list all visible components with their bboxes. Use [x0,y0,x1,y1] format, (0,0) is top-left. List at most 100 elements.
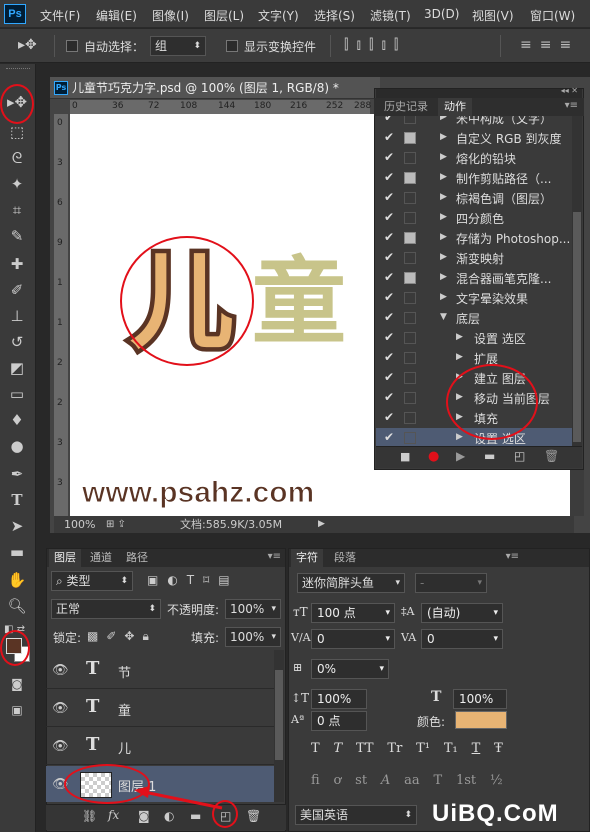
strikethrough-button[interactable]: Ŧ [494,741,503,756]
menu-image[interactable]: 图像(I) [152,7,189,24]
status-icons[interactable]: ⊞ ⇪ [106,516,126,533]
action-toggle-check-icon[interactable]: ✔ [384,230,394,244]
expand-right-icon[interactable]: ▶ [440,116,447,122]
action-row[interactable]: ✔ ▶ 熔化的铅块 [376,148,572,168]
fractions-button[interactable]: ½ [490,773,503,788]
layer-name[interactable]: 童 [118,700,131,719]
action-toggle-check-icon[interactable]: ✔ [384,170,394,184]
healing-brush-tool-icon[interactable]: ✚ [4,252,30,276]
dodge-tool-icon[interactable]: ● [4,434,30,458]
quick-mask-icon[interactable]: ◙ [4,672,30,696]
visibility-eye-icon[interactable]: 👁︎ [52,701,69,716]
dialog-toggle-icon[interactable] [404,412,416,424]
visibility-eye-icon[interactable]: 👁︎ [52,663,69,678]
filter-icons[interactable]: ▣◐T⌑▤ [147,573,239,587]
stop-icon[interactable]: ■ [400,450,410,463]
superscript-button[interactable]: T¹ [416,741,430,756]
dialog-toggle-on-icon[interactable] [404,132,416,144]
screen-mode-icon[interactable]: ▣ [4,698,30,722]
action-toggle-check-icon[interactable]: ✔ [384,430,394,444]
action-toggle-check-icon[interactable]: ✔ [384,210,394,224]
dialog-toggle-icon[interactable] [404,212,416,224]
ornaments-button[interactable]: T [433,773,442,788]
leading-input[interactable]: (自动) ▾ [421,603,503,623]
action-toggle-check-icon[interactable]: ✔ [384,390,394,404]
auto-select-dropdown[interactable]: 组 ⬍ [150,36,206,56]
font-size-input[interactable]: 100 点 ▾ [311,603,395,623]
action-toggle-check-icon[interactable]: ✔ [384,290,394,304]
action-toggle-check-icon[interactable]: ✔ [384,250,394,264]
kerning-input[interactable]: 0 ▾ [311,629,395,649]
dialog-toggle-icon[interactable] [404,312,416,324]
action-row[interactable]: ✔ ▶ 设置 选区 [376,328,572,348]
dialog-toggle-icon[interactable] [404,192,416,204]
discretionary-ligatures-button[interactable]: ơ [334,773,342,788]
layer-row[interactable]: 👁︎ T 童 [46,690,274,727]
status-menu-arrow-icon[interactable]: ▶ [318,516,325,533]
expand-right-icon[interactable]: ▶ [440,232,447,242]
menu-file[interactable]: 文件(F) [40,7,80,24]
lock-icons[interactable]: ▩✐✥🔒︎ [87,629,157,644]
tab-character[interactable]: 字符 [291,549,323,567]
layer-style-icon[interactable]: fx [108,808,119,822]
layer-filter-dropdown[interactable]: ⌕ 类型 ⬍ [51,571,133,591]
faux-italic-button[interactable]: T [334,741,343,756]
underline-button[interactable]: T [472,741,481,756]
blend-mode-dropdown[interactable]: 正常 ⬍ [51,599,161,619]
expand-right-icon[interactable]: ▶ [440,172,447,182]
expand-right-icon[interactable]: ▶ [440,252,447,262]
layer-row[interactable]: 👁︎ T 儿 [46,728,274,765]
action-row[interactable]: ✔ ▶ 米中构成（文字） [376,116,572,128]
tab-channels[interactable]: 通道 [85,549,117,567]
lasso-tool-icon[interactable]: ᘓ [4,146,30,170]
expand-right-icon[interactable]: ▶ [456,432,463,442]
tab-history[interactable]: 历史记录 [378,98,434,116]
link-layers-icon[interactable]: ⛓︎ [82,809,97,823]
action-row[interactable]: ✔ ▶ 制作剪贴路径（... [376,168,572,188]
dialog-toggle-icon[interactable] [404,352,416,364]
tab-paragraph[interactable]: 段落 [329,549,361,567]
horizontal-scale-input[interactable]: 100% [453,689,507,709]
baseline-shift-input[interactable]: 0 点 [311,711,367,731]
action-toggle-check-icon[interactable]: ✔ [384,410,394,424]
faux-bold-button[interactable]: T [311,741,320,756]
action-toggle-check-icon[interactable]: ✔ [384,350,394,364]
panel-menu-icon[interactable]: ▾≡ [565,100,578,111]
action-row[interactable]: ✔ ▶ 棕褐色调（图层） [376,188,572,208]
actions-scrollbar[interactable] [572,116,582,446]
expand-down-icon[interactable]: ▼ [440,312,447,322]
stylistic-alternates-button[interactable]: A [381,773,390,788]
tab-layers[interactable]: 图层 [49,549,81,567]
dialog-toggle-icon[interactable] [404,332,416,344]
vertical-scale-input[interactable]: 100% [311,689,367,709]
show-transform-checkbox[interactable] [226,40,238,52]
dialog-toggle-icon[interactable] [404,152,416,164]
menu-view[interactable]: 视图(V) [472,7,514,24]
zoom-level[interactable]: 100% [64,516,95,533]
dialog-toggle-icon[interactable] [404,252,416,264]
dialog-toggle-icon[interactable] [404,372,416,384]
fill-input[interactable]: 100% ▾ [225,627,281,647]
dialog-toggle-on-icon[interactable] [404,272,416,284]
marquee-tool-icon[interactable]: ⬚ [4,120,30,144]
text-color-swatch[interactable] [455,711,507,729]
play-icon[interactable]: ▶ [456,449,465,463]
titling-button[interactable]: aa [404,773,420,788]
ordinals-button[interactable]: 1st [456,773,476,788]
move-tool-preset-icon[interactable]: ▸✥ [18,37,37,53]
action-toggle-check-icon[interactable]: ✔ [384,130,394,144]
menu-window[interactable]: 窗口(W) [530,7,575,24]
action-row[interactable]: ✔ ▶ 扩展 [376,348,572,368]
tsume-input[interactable]: 0% ▾ [311,659,389,679]
toolbar-grip[interactable] [6,68,30,71]
rectangle-tool-icon[interactable]: ▬ [4,540,30,564]
expand-right-icon[interactable]: ▶ [456,332,463,342]
expand-right-icon[interactable]: ▶ [440,212,447,222]
auto-select-checkbox[interactable] [66,40,78,52]
dialog-toggle-icon[interactable] [404,292,416,304]
panel-menu-icon[interactable]: ▾≡ [506,551,519,562]
action-toggle-check-icon[interactable]: ✔ [384,310,394,324]
record-icon[interactable]: ● [428,449,439,464]
crop-tool-icon[interactable]: ⌗ [4,198,30,222]
new-set-icon[interactable]: ▬ [484,449,495,463]
